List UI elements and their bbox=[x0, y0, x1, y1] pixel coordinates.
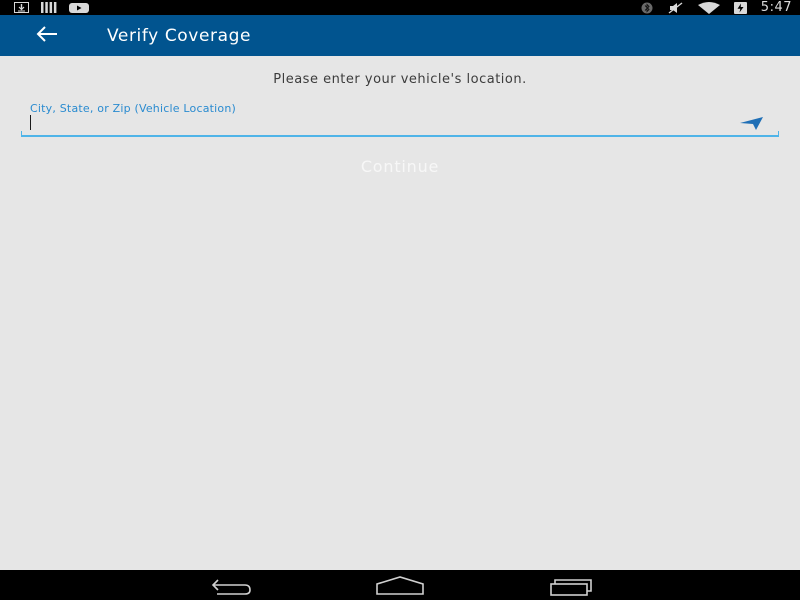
arrow-left-icon bbox=[36, 26, 57, 42]
navigation-arrow-icon bbox=[740, 117, 763, 130]
youtube-icon bbox=[69, 2, 89, 13]
page-title: Verify Coverage bbox=[107, 26, 252, 46]
back-button[interactable] bbox=[30, 21, 66, 51]
input-underline bbox=[21, 135, 779, 137]
status-system: 5:47 bbox=[640, 0, 792, 15]
status-time: 5:47 bbox=[760, 0, 792, 15]
download-icon bbox=[14, 2, 29, 13]
battery-charging-icon bbox=[733, 1, 747, 14]
signal-bars-icon bbox=[41, 2, 57, 13]
input-underline-cap-right bbox=[778, 131, 779, 136]
app-screen: 5:47 Verify Coverage Please enter your v… bbox=[0, 0, 800, 600]
use-current-location-button[interactable] bbox=[738, 114, 766, 134]
status-bar: 5:47 bbox=[0, 0, 800, 15]
back-icon bbox=[211, 579, 251, 595]
recents-icon bbox=[550, 579, 592, 596]
text-cursor bbox=[30, 115, 31, 130]
bluetooth-icon bbox=[640, 2, 654, 14]
location-prompt: Please enter your vehicle's location. bbox=[273, 72, 527, 87]
wifi-icon bbox=[697, 1, 720, 14]
status-notifications bbox=[14, 2, 89, 13]
continue-button[interactable]: Continue bbox=[300, 153, 500, 179]
input-underline-cap-left bbox=[21, 131, 22, 136]
nav-home-button[interactable] bbox=[374, 574, 426, 596]
mute-icon bbox=[668, 1, 684, 14]
nav-back-button[interactable] bbox=[205, 574, 253, 596]
location-input[interactable] bbox=[22, 113, 749, 135]
system-nav-bar bbox=[0, 570, 800, 600]
app-bar: Verify Coverage bbox=[0, 15, 800, 56]
nav-recents-button[interactable] bbox=[548, 574, 596, 596]
home-icon bbox=[376, 576, 424, 595]
